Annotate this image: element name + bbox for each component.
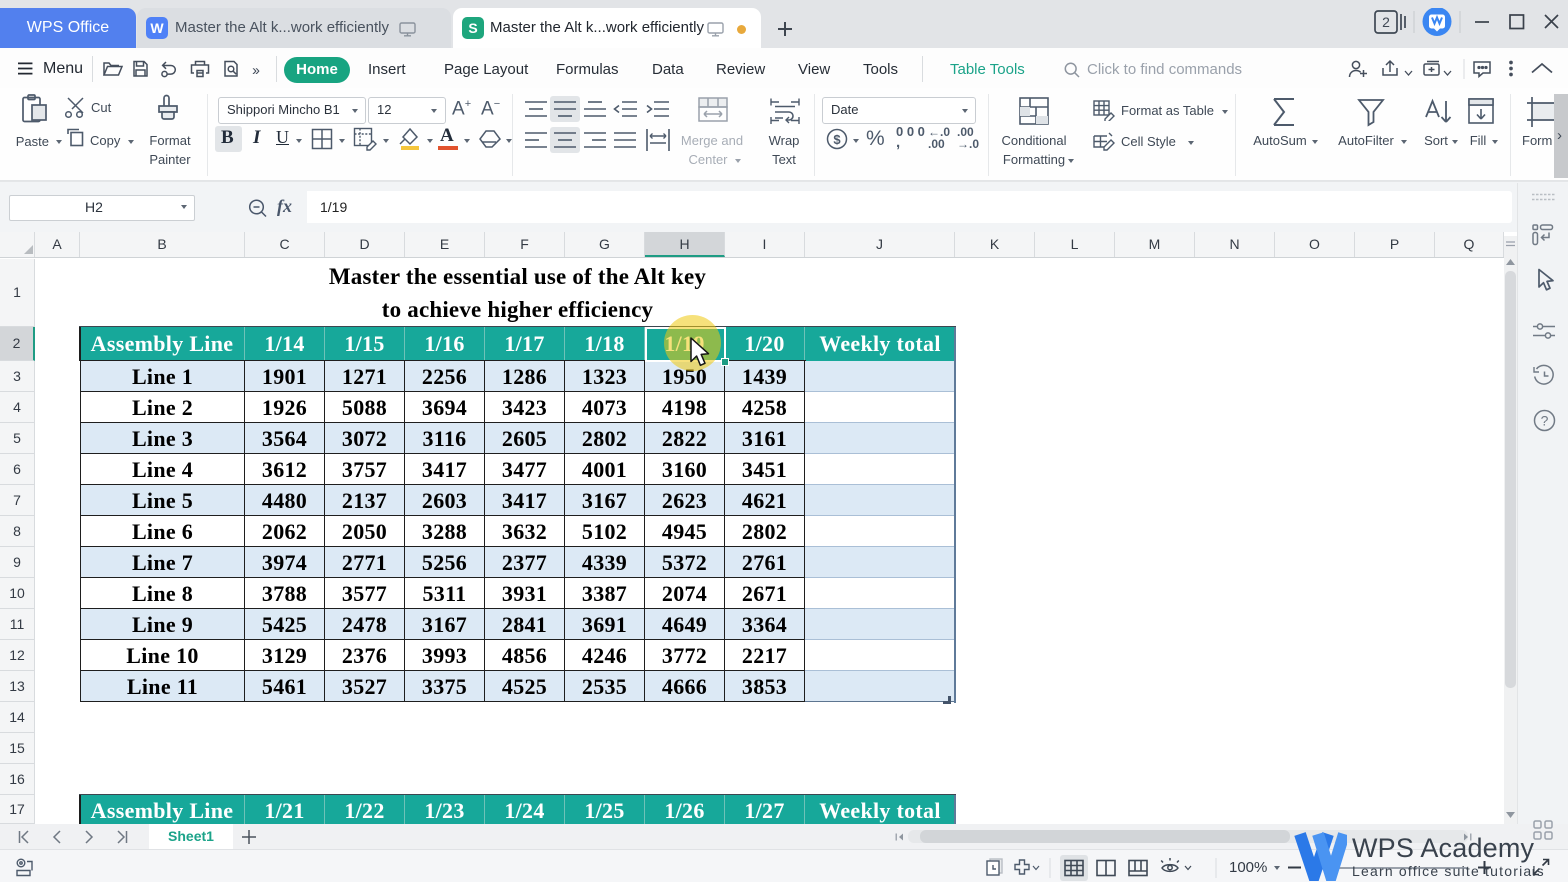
svg-text:2: 2	[1382, 14, 1390, 30]
svg-text:?: ?	[1541, 413, 1549, 429]
svg-text:$: $	[833, 132, 841, 147]
